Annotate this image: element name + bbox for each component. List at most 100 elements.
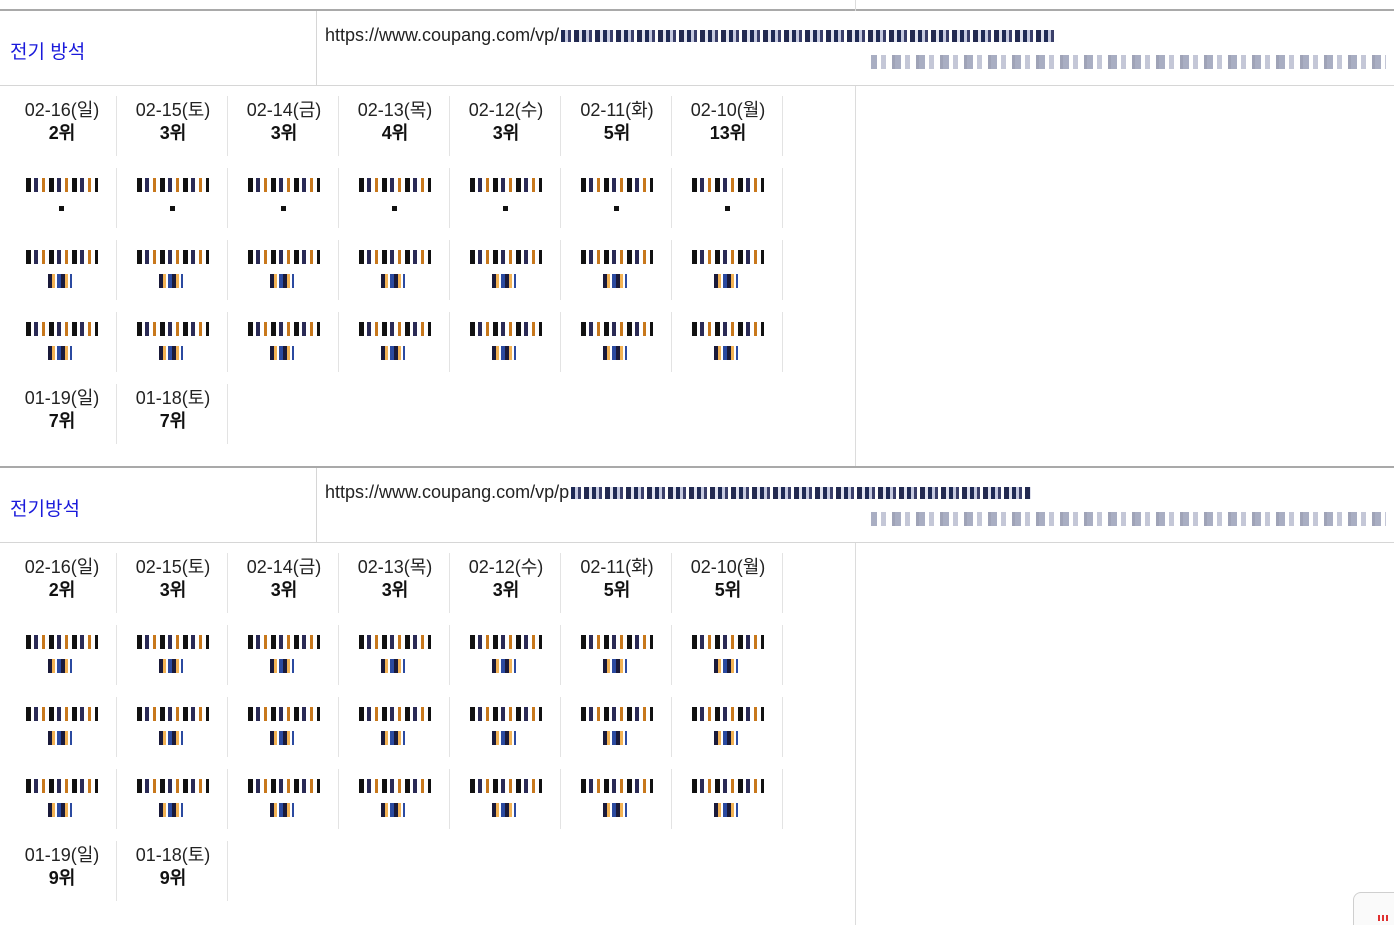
rank-cell: [452, 697, 561, 757]
rank-cell: 02-16(일) 2위: [8, 96, 117, 156]
redacted-rank: [603, 731, 627, 745]
redacted-date: [137, 635, 209, 649]
redacted-rank: [614, 206, 619, 211]
redacted-rank: [159, 803, 183, 817]
redacted-date: [248, 779, 320, 793]
redacted-date: [137, 250, 209, 264]
header-separator: [316, 468, 317, 542]
rank-row: 01-19(일) 7위 01-18(토) 7위: [8, 384, 785, 456]
rank-row: [8, 625, 785, 697]
rank-row: [8, 769, 785, 841]
redacted-rank: [270, 346, 294, 360]
rank-cell: 02-10(월) 5위: [674, 553, 783, 613]
floating-widget[interactable]: [1353, 892, 1394, 925]
redacted-date: [137, 707, 209, 721]
redacted-date: [359, 779, 431, 793]
redacted-date: [248, 322, 320, 336]
redacted-rank: [714, 731, 738, 745]
rank-value: 3위: [270, 123, 298, 143]
redacted-date: [248, 250, 320, 264]
redacted-rank: [725, 206, 730, 211]
rank-cell: [563, 625, 672, 685]
header-separator: [316, 11, 317, 85]
rank-cell: [119, 240, 228, 300]
rank-value: 5위: [714, 580, 742, 600]
rank-cell: [8, 312, 117, 372]
rank-row: [8, 312, 785, 384]
rank-cell: [563, 312, 672, 372]
keyword-link[interactable]: 전기 방석: [10, 37, 85, 64]
rank-date: 01-18(토): [135, 845, 211, 865]
redacted-rank: [492, 346, 516, 360]
rank-cell: 02-14(금) 3위: [230, 96, 339, 156]
rank-grid: 02-16(일) 2위 02-15(토) 3위 02-14(금) 3위 02-13(목) 3위…: [8, 553, 785, 913]
rank-value: 13위: [709, 123, 747, 143]
rank-cell: [8, 168, 117, 228]
rank-value: 2위: [48, 580, 76, 600]
redacted-date: [248, 707, 320, 721]
rank-cell: [8, 240, 117, 300]
redacted-rank: [381, 659, 405, 673]
rank-cell: [230, 769, 339, 829]
redacted-rank: [159, 274, 183, 288]
rank-row: [8, 240, 785, 312]
rank-date: 02-11(화): [580, 557, 654, 577]
redacted-date: [470, 322, 542, 336]
product-url[interactable]: https://www.coupang.com/vp/p: [325, 482, 1032, 503]
rank-cell: [452, 240, 561, 300]
rank-value: 3위: [159, 123, 187, 143]
redacted-date: [26, 635, 98, 649]
rank-cell: [230, 625, 339, 685]
redacted-rank: [603, 274, 627, 288]
redacted-rank: [48, 346, 72, 360]
redacted-rank: [270, 731, 294, 745]
redacted-date: [26, 707, 98, 721]
redacted-rank: [270, 803, 294, 817]
rank-date: 02-16(일): [24, 557, 100, 577]
rank-cell: 02-13(목) 3위: [341, 553, 450, 613]
redacted-date: [692, 635, 764, 649]
redacted-rank: [159, 659, 183, 673]
rank-date: 01-19(일): [24, 388, 100, 408]
rank-row: 01-19(일) 9위 01-18(토) 9위: [8, 841, 785, 913]
rank-cell: 02-12(수) 3위: [452, 96, 561, 156]
rank-cell: [119, 312, 228, 372]
redacted-rank: [492, 803, 516, 817]
rank-cell: 02-15(토) 3위: [119, 553, 228, 613]
rank-cell: [8, 625, 117, 685]
rank-value: 3위: [492, 580, 520, 600]
redacted-rank: [603, 659, 627, 673]
rank-value: 7위: [159, 411, 187, 431]
redacted-rank: [492, 731, 516, 745]
redacted-rank: [159, 346, 183, 360]
redacted-product-title: [871, 55, 1386, 69]
rank-cell: [341, 312, 450, 372]
rank-cell: 02-10(월) 13위: [674, 96, 783, 156]
redacted-date: [581, 322, 653, 336]
rank-cell: [341, 625, 450, 685]
rank-date: 02-13(목): [357, 100, 433, 120]
keyword-link[interactable]: 전기방석: [10, 494, 80, 521]
rank-date: 02-14(금): [246, 557, 322, 577]
rank-date: 02-16(일): [24, 100, 100, 120]
rank-date: 02-15(토): [135, 100, 211, 120]
rank-date: 02-14(금): [246, 100, 322, 120]
redacted-url-part: [571, 487, 1032, 500]
rank-row: [8, 168, 785, 240]
widget-icon: [1378, 915, 1388, 921]
rank-date: 02-10(월): [690, 557, 766, 577]
product-url[interactable]: https://www.coupang.com/vp/: [325, 25, 1057, 46]
redacted-date: [581, 707, 653, 721]
rank-cell: [119, 769, 228, 829]
redacted-date: [26, 322, 98, 336]
redacted-date: [692, 178, 764, 192]
rank-date: 02-10(월): [690, 100, 766, 120]
redacted-rank: [381, 346, 405, 360]
rank-cell: [563, 168, 672, 228]
redacted-date: [359, 250, 431, 264]
rank-cell: 02-11(화) 5위: [563, 553, 672, 613]
rank-cell: 02-16(일) 2위: [8, 553, 117, 613]
rank-row: 02-16(일) 2위 02-15(토) 3위 02-14(금) 3위 02-13(목) 3위…: [8, 553, 785, 625]
redacted-date: [359, 635, 431, 649]
rank-cell: [674, 240, 783, 300]
